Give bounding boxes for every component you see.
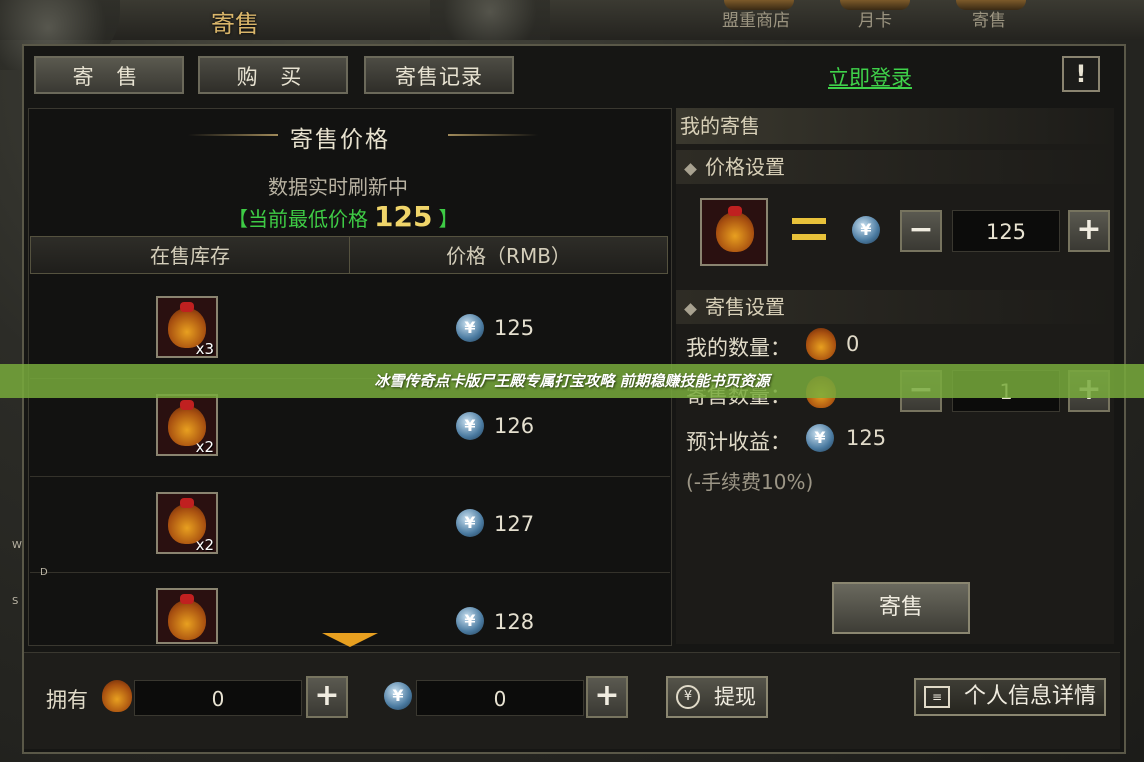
sale-settings-heading: 寄售设置 <box>676 290 1114 324</box>
lowest-prefix: 【当前最低价格 <box>228 207 368 231</box>
lowest-suffix: 】 <box>438 207 459 231</box>
lowest-price: 【当前最低价格 125】 <box>228 200 458 233</box>
yen-coin-icon: ¥ <box>456 509 484 537</box>
top-tab-shop[interactable]: 盟重商店 <box>722 6 790 31</box>
item-slot[interactable] <box>156 588 218 644</box>
diamond-icon <box>684 303 697 316</box>
my-quantity-value: 0 <box>846 332 860 356</box>
login-link[interactable]: 立即登录 <box>828 62 912 92</box>
add-rmb-button[interactable]: + <box>586 676 628 718</box>
lowest-value: 125 <box>374 200 433 233</box>
row-divider <box>30 476 670 477</box>
dragon-ornament-right <box>430 0 550 40</box>
diamond-icon <box>684 163 697 176</box>
add-items-button[interactable]: + <box>306 676 348 718</box>
item-qty: x2 <box>195 536 214 554</box>
top-tab-monthly[interactable]: 月卡 <box>858 6 892 31</box>
price-input[interactable]: 125 <box>952 210 1060 252</box>
item-qty: x2 <box>195 438 214 456</box>
column-header-stock: 在售库存 <box>30 236 350 274</box>
money-bag-icon <box>716 206 754 252</box>
id-card-icon: ≡ <box>924 686 950 708</box>
row-divider <box>30 572 670 573</box>
row-price: 127 <box>494 512 535 536</box>
sell-button[interactable]: 寄售 <box>832 582 970 634</box>
yen-coin-icon: ¥ <box>456 412 484 440</box>
side-letter: S <box>12 596 19 607</box>
tab-consign[interactable]: 寄 售 <box>34 56 184 94</box>
my-quantity-label: 我的数量： <box>686 336 791 360</box>
item-slot[interactable]: x2 <box>156 394 218 456</box>
ornament-line <box>188 134 278 136</box>
row-price: 126 <box>494 414 535 438</box>
yen-coin-icon: ¥ <box>456 314 484 342</box>
overlay-banner: 冰雪传奇点卡版尸王殿专属打宝攻略 前期稳赚技能书页资源 <box>0 364 1144 398</box>
refresh-text: 数据实时刷新中 <box>268 175 408 199</box>
price-panel-title: 寄售价格 <box>290 127 390 153</box>
price-settings-label: 价格设置 <box>705 155 785 179</box>
alert-icon[interactable]: ! <box>1062 56 1100 92</box>
side-letter: D <box>40 567 48 578</box>
yen-coin-icon: ¥ <box>852 216 880 244</box>
own-label: 拥有 <box>46 688 88 712</box>
fee-note: (-手续费10%) <box>686 470 814 494</box>
tab-buy[interactable]: 购 买 <box>198 56 348 94</box>
personal-info-label: 个人信息详情 <box>963 684 1096 709</box>
withdraw-label: 提现 <box>714 685 756 709</box>
my-sale-title: 我的寄售 <box>676 108 1114 144</box>
item-slot[interactable]: x2 <box>156 492 218 554</box>
money-bag-icon <box>806 328 836 360</box>
row-price: 128 <box>494 610 535 634</box>
side-letter: W <box>12 540 22 551</box>
price-minus-button[interactable]: − <box>900 210 942 252</box>
item-slot-large[interactable] <box>700 198 768 266</box>
withdraw-icon: ¥ <box>676 685 700 709</box>
expected-label: 预计收益： <box>686 430 791 454</box>
ornament-line <box>448 134 538 136</box>
equals-icon <box>792 218 826 246</box>
yen-coin-icon: ¥ <box>806 424 834 452</box>
row-price: 125 <box>494 316 535 340</box>
money-bag-icon <box>168 594 206 640</box>
owned-items-field: 0 <box>134 680 302 716</box>
yen-coin-icon: ¥ <box>384 682 412 710</box>
price-settings-heading: 价格设置 <box>676 150 1114 184</box>
item-qty: x3 <box>195 340 214 358</box>
money-bag-icon <box>102 680 132 712</box>
yen-coin-icon: ¥ <box>456 607 484 635</box>
tab-records[interactable]: 寄售记录 <box>364 56 514 94</box>
personal-info-button[interactable]: ≡ 个人信息详情 <box>914 678 1106 716</box>
price-plus-button[interactable]: + <box>1068 210 1110 252</box>
top-tab-consign[interactable]: 寄售 <box>972 6 1006 31</box>
owned-rmb-field: 0 <box>416 680 584 716</box>
scroll-down-arrow-icon[interactable] <box>322 633 378 647</box>
sale-settings-label: 寄售设置 <box>705 295 785 319</box>
withdraw-button[interactable]: ¥ 提现 <box>666 676 768 718</box>
item-slot[interactable]: x3 <box>156 296 218 358</box>
window-title: 寄售 <box>211 10 259 38</box>
expected-value: 125 <box>846 426 887 450</box>
column-header-price: 价格（RMB） <box>349 236 668 274</box>
